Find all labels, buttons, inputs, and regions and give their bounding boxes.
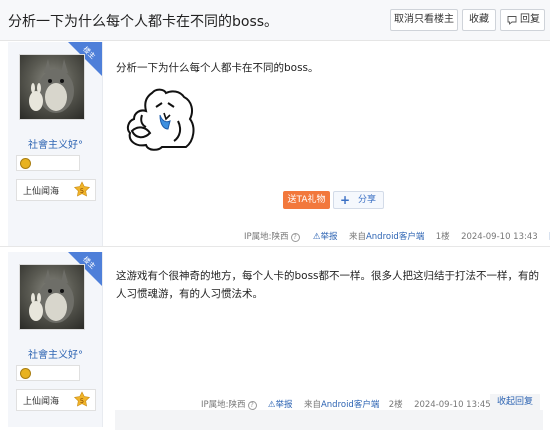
post-meta: IP属地:陕西? ⚠举报 来自Android客户端 2楼 2024-09-10 … — [201, 398, 491, 410]
thread-header: 分析一下为什么每个人都卡在不同的boss。 取消只看楼主 收藏 回复 — [0, 0, 550, 41]
badge-icon[interactable] — [20, 158, 31, 169]
plus-icon: + — [340, 193, 351, 207]
badge-icon[interactable] — [20, 368, 31, 379]
ip-location: IP属地:陕西 — [244, 232, 289, 242]
help-icon[interactable]: ? — [290, 233, 300, 242]
author-panel: 楼主 社會主义好° 上仙闻海 5 — [8, 252, 103, 427]
share-label: 分享 — [358, 195, 377, 205]
post-floor-1: 楼主 社會主义好° 上仙闻海 5 分析一下为什么每个人都卡在不同的boss。 送… — [0, 42, 550, 247]
favorite-button[interactable]: 收藏 — [462, 9, 496, 31]
svg-text:5: 5 — [80, 397, 84, 405]
collapse-replies-button[interactable]: 收起回复 — [490, 394, 540, 410]
share-button[interactable]: + 分享 — [333, 191, 384, 209]
warning-icon: ⚠ — [267, 400, 276, 410]
reply-icon — [507, 16, 517, 25]
source-client-link[interactable]: Android客户端 — [366, 232, 424, 242]
level-star-icon: 5 — [73, 181, 91, 197]
report-link[interactable]: ⚠举报 — [313, 232, 338, 242]
floor-number: 2楼 — [388, 400, 403, 410]
report-link[interactable]: ⚠举报 — [268, 400, 293, 410]
source-prefix: 来自 — [303, 400, 321, 410]
only-op-toggle-button[interactable]: 取消只看楼主 — [390, 9, 458, 31]
reply-button[interactable]: 回复 — [500, 9, 545, 31]
username[interactable]: 社會主义好° — [8, 136, 103, 151]
username[interactable]: 社會主义好° — [8, 346, 103, 361]
post-content: 分析一下为什么每个人都卡在不同的boss。 — [116, 62, 319, 74]
author-panel: 楼主 社會主义好° 上仙闻海 5 — [8, 42, 103, 246]
user-level[interactable]: 上仙闻海 5 — [16, 179, 96, 201]
level-name: 上仙闻海 — [23, 187, 60, 197]
source-client-link[interactable]: Android客户端 — [321, 400, 379, 410]
user-badge-box — [16, 155, 80, 171]
thread-title: 分析一下为什么每个人都卡在不同的boss。 — [8, 14, 279, 30]
svg-text:5: 5 — [80, 187, 84, 195]
post-time: 2024-09-10 13:45 — [414, 400, 491, 410]
post-content-line-1: 这游戏有个很神奇的地方，每个人卡的boss都不一样。很多人把这归结于打法不一样，… — [116, 270, 540, 282]
sticker-image — [126, 88, 195, 151]
reply-area — [115, 410, 543, 430]
post-content-line-2: 人习惯魂游，有的人习惯法术。 — [116, 288, 263, 300]
reply-button-label: 回复 — [520, 14, 540, 25]
warning-icon: ⚠ — [312, 232, 321, 242]
floor-number: 1楼 — [435, 232, 450, 242]
source-prefix: 来自 — [348, 232, 366, 242]
avatar[interactable] — [19, 54, 85, 120]
send-gift-button[interactable]: 送TA礼物 — [283, 191, 330, 209]
avatar[interactable] — [19, 264, 85, 330]
help-icon[interactable]: ? — [247, 401, 257, 410]
post-time: 2024-09-10 13:43 — [461, 232, 538, 242]
post-floor-2: 楼主 社會主义好° 上仙闻海 5 这游戏有个很神奇的地方，每个人卡的boss都不… — [0, 250, 550, 430]
user-badge-box — [16, 365, 80, 381]
user-level[interactable]: 上仙闻海 5 — [16, 389, 96, 411]
ip-location: IP属地:陕西 — [201, 400, 246, 410]
level-star-icon: 5 — [73, 391, 91, 407]
level-name: 上仙闻海 — [23, 397, 60, 407]
post-meta: IP属地:陕西? ⚠举报 来自Android客户端 1楼 2024-09-10 … — [244, 230, 550, 242]
